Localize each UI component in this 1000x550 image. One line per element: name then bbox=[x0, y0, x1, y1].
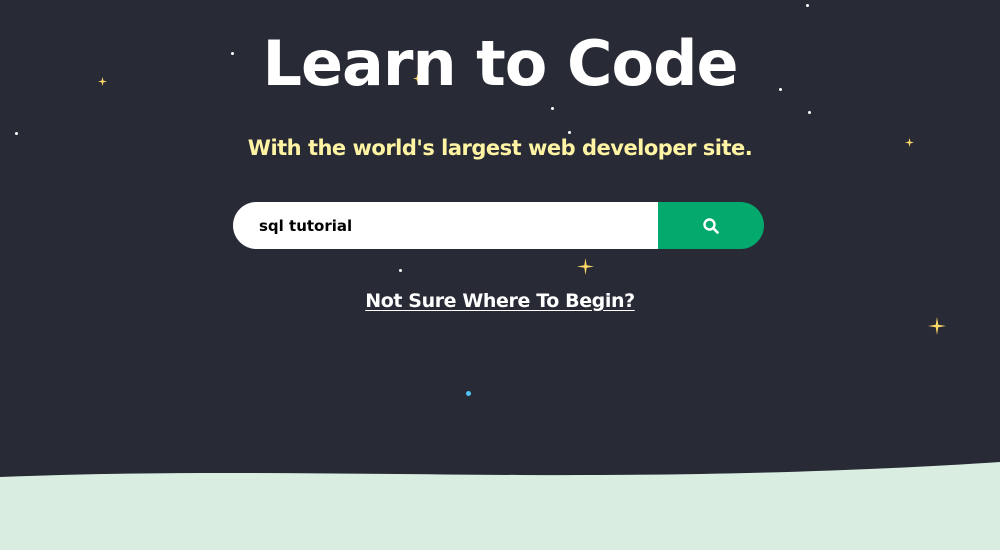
hero-section: Learn to Code With the world's largest w… bbox=[0, 0, 1000, 550]
bottom-wave bbox=[0, 462, 1000, 550]
